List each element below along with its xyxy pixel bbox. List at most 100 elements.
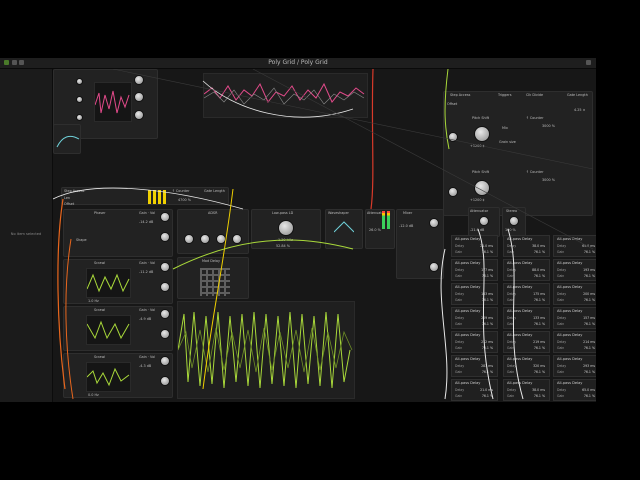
attack-knob[interactable] (184, 234, 194, 244)
all-pass-delay-module[interactable]: All-pass Delay Delay 200 ms Gain 76.1 % (553, 283, 596, 305)
all-pass-delay-module[interactable]: All-pass Delay Delay 21.0 ms Gain 76.1 % (451, 235, 498, 257)
all-pass-delay-module[interactable]: All-pass Delay Delay 65.0 ms Gain 76.1 % (553, 379, 596, 401)
shape-label: Shape (76, 238, 87, 242)
delay-label: Delay (507, 244, 517, 248)
knob[interactable] (160, 309, 170, 319)
lowpass-module[interactable]: Low-pass LD 1.20 kHz 52.84 % (251, 209, 321, 249)
all-pass-delay-module[interactable]: All-pass Delay Delay 157 ms Gain 76.1 % (553, 307, 596, 329)
scrawl-3-scope (86, 362, 131, 392)
knob[interactable] (76, 96, 83, 103)
knob[interactable] (448, 132, 458, 142)
adsr-title: ADSR (208, 211, 218, 215)
pad-grid[interactable] (200, 268, 230, 296)
delay-label: Delay (557, 388, 567, 392)
all-pass-delay-module[interactable]: All-pass Delay Delay 209 ms Gain 76.1 % (451, 307, 498, 329)
knob[interactable] (160, 282, 170, 292)
mixer-module[interactable]: Mixer -12.0 dB (396, 209, 444, 279)
scrawl-2-wave (86, 320, 130, 340)
knob[interactable] (76, 114, 83, 121)
attenuator-b-module[interactable]: Attenuator -21.0 dB (468, 207, 500, 237)
waveshaper-title: Waveshaper (328, 211, 349, 215)
attenuator-a-module[interactable]: Attenuator 26.0 % (365, 209, 395, 249)
step-access-title: Step Access (450, 93, 471, 97)
inspector-panel: No item selected (0, 69, 53, 402)
knob[interactable] (160, 356, 170, 366)
step-access-b[interactable]: Step Access Len Offset ↑ Counter 4700 % … (61, 187, 229, 206)
all-pass-delay-module[interactable]: All-pass Delay Delay 177 ms Gain 76.1 % (451, 259, 498, 281)
scrawl-2-value: -4.9 dB (139, 317, 152, 321)
all-pass-delay-module[interactable]: All-pass Delay Delay 293 ms Gain 76.1 % (553, 355, 596, 377)
scrawl-module-1[interactable]: Scrawl Gain · Vol -11.2 dB 1.0 Hz (63, 259, 173, 304)
delay-label: Delay (507, 292, 517, 296)
vol-knob[interactable] (160, 232, 170, 242)
gain-label: Gain (455, 250, 463, 254)
all-pass-delay-module[interactable]: All-pass Delay Delay 212 ms Gain 76.1 % (451, 331, 498, 353)
stereo-module[interactable]: Stereo 100 % (502, 207, 526, 237)
delay-label: Delay (455, 268, 465, 272)
knob[interactable] (429, 262, 439, 272)
all-pass-delay-module[interactable]: All-pass Delay Delay 214 ms Gain 76.1 % (553, 331, 596, 353)
cutoff-knob[interactable] (278, 220, 294, 236)
delay-value: 219 ms (533, 340, 545, 344)
pitch-knob[interactable] (474, 126, 490, 142)
all-pass-delay-module[interactable]: All-pass Delay Delay 219 ms Gain 76.1 % (503, 331, 550, 353)
window-title: Poly Grid / Poly Grid (268, 59, 328, 66)
knob[interactable] (160, 329, 170, 339)
delay-label: Delay (455, 244, 465, 248)
step-bars[interactable] (148, 190, 168, 204)
close-icon[interactable] (586, 60, 591, 65)
all-pass-title: All-pass Delay (507, 237, 533, 241)
scrawl-2-title: Scrawl (94, 308, 106, 312)
gain-label: Gain (557, 346, 565, 350)
knob[interactable] (448, 187, 458, 197)
knob[interactable] (160, 262, 170, 272)
knob[interactable] (509, 216, 519, 226)
knob[interactable] (479, 216, 489, 226)
all-pass-delay-module[interactable]: All-pass Delay Delay 193 ms Gain 76.1 % (553, 259, 596, 281)
gain-value: 76.1 % (481, 394, 493, 398)
all-pass-delay-module[interactable]: All-pass Delay Delay 320 ms Gain 76.1 % (503, 355, 550, 377)
release-knob[interactable] (232, 234, 242, 244)
mix-label: Mix (502, 126, 508, 130)
waveshaper-module[interactable]: Waveshaper (325, 209, 363, 249)
sequencer-cluster[interactable]: Step Access Offset Triggers Clk Divide G… (443, 91, 593, 216)
scrawl-module-3[interactable]: Scrawl Gain · Vol -4.3 dB 0.0 Hz (63, 353, 173, 398)
patch-canvas[interactable]: Step Access Offset Triggers Clk Divide G… (53, 69, 596, 402)
knob[interactable] (134, 75, 144, 85)
gain-value: 76.1 % (583, 250, 595, 254)
sustain-knob[interactable] (216, 234, 226, 244)
pitch-knob-2[interactable] (474, 180, 490, 196)
all-pass-title: All-pass Delay (557, 309, 583, 313)
attenuator-b-title: Attenuator (470, 209, 489, 213)
knob[interactable] (134, 92, 144, 102)
counter-b-title: ↑ Counter (172, 189, 190, 193)
delay-label: Delay (507, 340, 517, 344)
gain-value: 76.1 % (533, 298, 545, 302)
all-pass-delay-module[interactable]: All-pass Delay Delay 133 ms Gain 76.1 % (503, 307, 550, 329)
gain-knob[interactable] (160, 212, 170, 222)
knob[interactable] (429, 218, 439, 228)
all-pass-delay-module[interactable]: All-pass Delay Delay 163 ms Gain 76.1 % (451, 283, 498, 305)
knob[interactable] (76, 78, 83, 85)
pitch-shift-value: +1200 ¢ (470, 144, 485, 148)
curve-module[interactable] (53, 124, 81, 154)
level-meter-right (387, 211, 390, 229)
all-pass-delay-module[interactable]: All-pass Delay Delay 65.0 ms Gain 76.1 % (553, 235, 596, 257)
all-pass-delay-module[interactable]: All-pass Delay Delay 88.0 ms Gain 76.1 % (503, 259, 550, 281)
all-pass-delay-module[interactable]: All-pass Delay Delay 38.0 ms Gain 76.1 % (503, 379, 550, 401)
all-pass-delay-module[interactable]: All-pass Delay Delay 21.0 ms Gain 76.1 % (451, 379, 498, 401)
delay-value: 163 ms (481, 292, 493, 296)
decay-knob[interactable] (200, 234, 210, 244)
len-label: Len (64, 196, 71, 200)
mod-delay-module[interactable]: Mod Delay (177, 257, 249, 299)
adsr-module[interactable]: ADSR (177, 209, 249, 254)
phaser-module[interactable]: Phaser Gain · Vol -14.2 dB Shape (63, 209, 173, 257)
all-pass-delay-module[interactable]: All-pass Delay Delay 283 ms Gain 76.1 % (451, 355, 498, 377)
scrawl-module-2[interactable]: Scrawl Gain · Vol -4.9 dB (63, 306, 173, 351)
gain-value: 76.1 % (481, 274, 493, 278)
all-pass-delay-module[interactable]: All-pass Delay Delay 175 ms Gain 76.1 % (503, 283, 550, 305)
knob[interactable] (160, 376, 170, 386)
all-pass-delay-module[interactable]: All-pass Delay Delay 38.0 ms Gain 76.1 % (503, 235, 550, 257)
knob[interactable] (134, 110, 144, 120)
empty-selection-text: No item selected (10, 232, 42, 236)
